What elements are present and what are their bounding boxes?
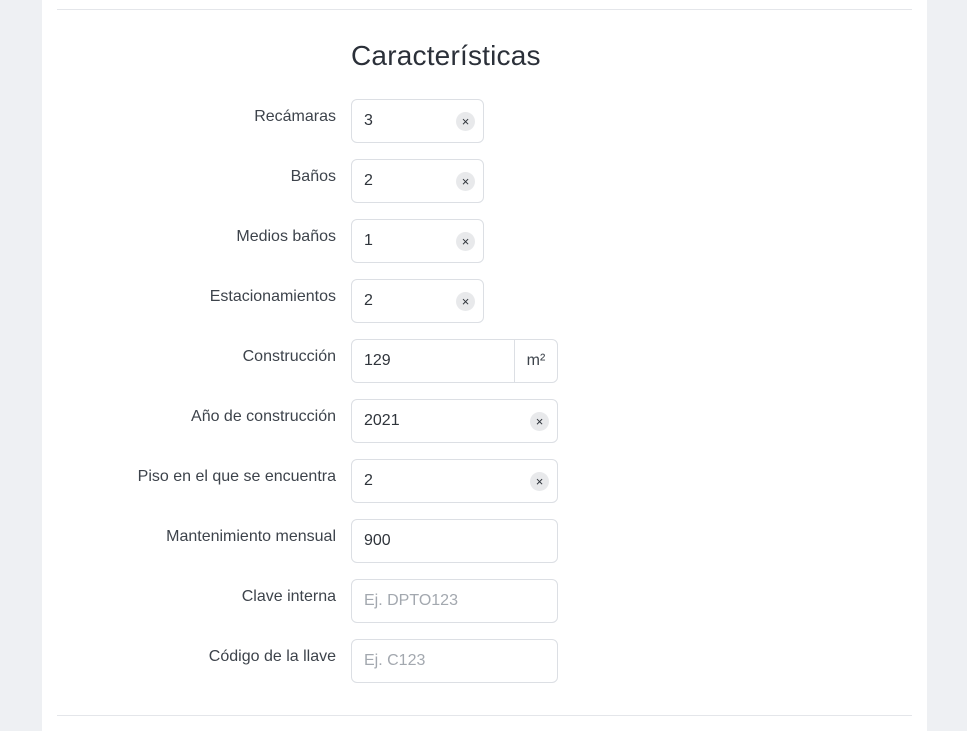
top-divider: [57, 9, 912, 10]
banos-row: Baños ×: [42, 159, 927, 203]
medios-banos-row: Medios baños ×: [42, 219, 927, 263]
banos-clear-icon[interactable]: ×: [456, 172, 475, 191]
construccion-field: m²: [351, 339, 558, 383]
banos-label: Baños: [290, 168, 336, 185]
medios-banos-label: Medios baños: [236, 228, 336, 245]
estacionamientos-row: Estacionamientos ×: [42, 279, 927, 323]
clave-interna-field: [351, 579, 558, 623]
recamaras-label: Recámaras: [254, 108, 336, 125]
construccion-unit: m²: [514, 340, 557, 382]
clave-interna-row: Clave interna: [42, 579, 927, 623]
piso-clear-icon[interactable]: ×: [530, 472, 549, 491]
codigo-llave-label: Código de la llave: [208, 648, 336, 665]
mantenimiento-field: [351, 519, 558, 563]
anio-construccion-field: ×: [351, 399, 558, 443]
estacionamientos-label: Estacionamientos: [209, 288, 336, 305]
recamaras-row: Recámaras ×: [42, 99, 927, 143]
construccion-label: Construcción: [242, 348, 336, 365]
codigo-llave-row: Código de la llave: [42, 639, 927, 683]
estacionamientos-clear-icon[interactable]: ×: [456, 292, 475, 311]
characteristics-card: Características Recámaras × Baños × Medi…: [42, 0, 927, 731]
clave-interna-label: Clave interna: [241, 588, 336, 605]
medios-banos-field: ×: [351, 219, 484, 263]
anio-construccion-row: Año de construcción ×: [42, 399, 927, 443]
recamaras-field: ×: [351, 99, 484, 143]
anio-construccion-clear-icon[interactable]: ×: [530, 412, 549, 431]
codigo-llave-field: [351, 639, 558, 683]
piso-input[interactable]: [352, 460, 557, 502]
recamaras-clear-icon[interactable]: ×: [456, 112, 475, 131]
piso-field: ×: [351, 459, 558, 503]
anio-construccion-input[interactable]: [352, 400, 557, 442]
piso-label: Piso en el que se encuentra: [137, 468, 336, 485]
clave-interna-input[interactable]: [352, 580, 557, 622]
medios-banos-clear-icon[interactable]: ×: [456, 232, 475, 251]
construccion-row: Construcción m²: [42, 339, 927, 383]
banos-field: ×: [351, 159, 484, 203]
piso-row: Piso en el que se encuentra ×: [42, 459, 927, 503]
section-title: Características: [351, 40, 541, 71]
codigo-llave-input[interactable]: [352, 640, 557, 682]
mantenimiento-input[interactable]: [352, 520, 557, 562]
construccion-input[interactable]: [352, 340, 515, 382]
mantenimiento-label: Mantenimiento mensual: [166, 528, 336, 545]
bottom-divider: [57, 715, 912, 716]
mantenimiento-row: Mantenimiento mensual: [42, 519, 927, 563]
estacionamientos-field: ×: [351, 279, 484, 323]
anio-construccion-label: Año de construcción: [191, 408, 336, 425]
